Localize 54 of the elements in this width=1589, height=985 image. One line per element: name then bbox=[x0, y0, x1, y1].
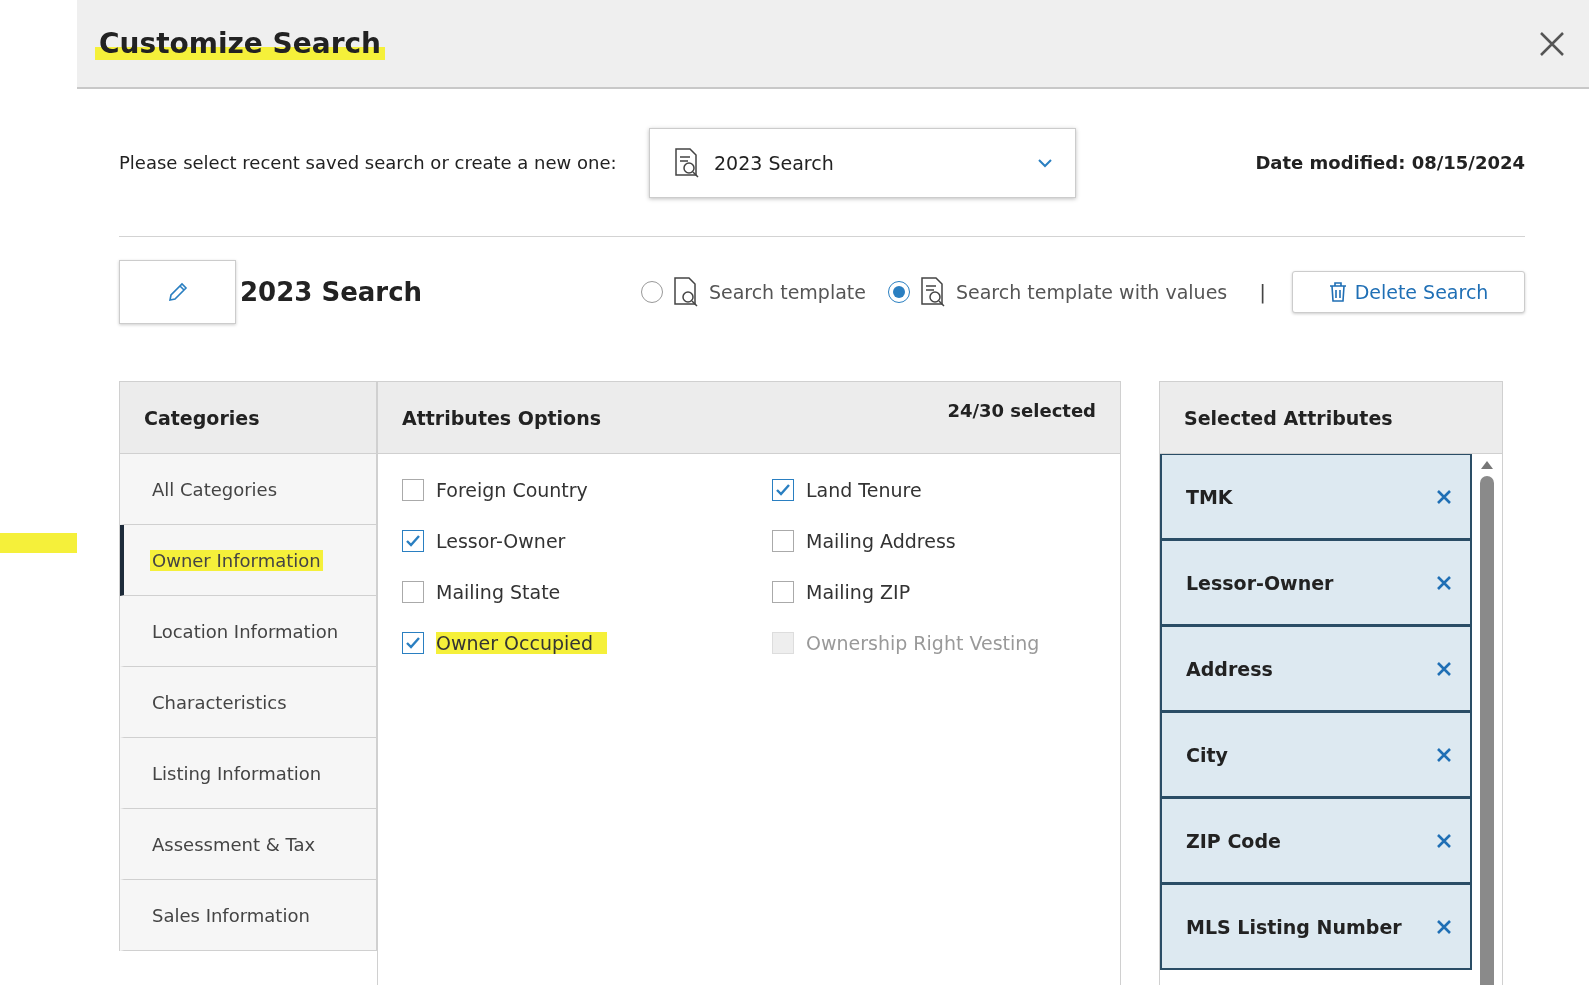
checkbox[interactable] bbox=[402, 631, 424, 654]
attribute-option[interactable]: Mailing State bbox=[402, 566, 772, 617]
close-icon bbox=[1436, 660, 1452, 677]
checkmark-icon bbox=[775, 482, 791, 497]
selected-attribute-chip: Lessor-Owner bbox=[1160, 540, 1472, 626]
checkbox[interactable] bbox=[402, 580, 424, 603]
saved-search-dropdown[interactable]: 2023 Search bbox=[649, 127, 1076, 198]
checkbox[interactable] bbox=[772, 478, 794, 501]
attribute-option[interactable]: Foreign Country bbox=[402, 464, 772, 515]
category-item[interactable]: All Categories bbox=[120, 454, 376, 525]
close-icon bbox=[1436, 574, 1452, 591]
close-icon bbox=[1436, 832, 1452, 849]
close-icon bbox=[1436, 746, 1452, 763]
close-icon bbox=[1436, 918, 1452, 935]
checkbox[interactable] bbox=[402, 478, 424, 501]
template-radio[interactable]: Search template with values bbox=[887, 276, 1228, 308]
checkmark-icon bbox=[405, 635, 421, 650]
scrollbar-thumb[interactable] bbox=[1480, 476, 1494, 985]
chevron-down-icon bbox=[1037, 157, 1053, 168]
search-name: 2023 Search bbox=[240, 277, 423, 307]
checkmark-icon bbox=[405, 533, 421, 548]
attribute-option[interactable]: Land Tenure bbox=[772, 464, 1096, 515]
column-header: Attributes Options bbox=[402, 406, 601, 429]
checkbox[interactable] bbox=[402, 529, 424, 552]
delete-search-button[interactable]: Delete Search bbox=[1292, 271, 1525, 313]
selected-attribute-chip: TMK bbox=[1160, 454, 1472, 540]
category-item[interactable]: Location Information bbox=[120, 596, 376, 667]
column-header: Selected Attributes bbox=[1160, 382, 1502, 454]
selected-attribute-chip: City bbox=[1160, 712, 1472, 798]
date-modified: Date modified: 08/15/2024 bbox=[1255, 152, 1525, 173]
category-item[interactable]: Owner Information bbox=[120, 525, 376, 596]
category-item[interactable]: Assessment & Tax bbox=[120, 809, 376, 880]
scroll-up-icon[interactable] bbox=[1480, 460, 1494, 470]
checkbox[interactable] bbox=[772, 529, 794, 552]
selected-count: 24/30 selected bbox=[947, 400, 1096, 421]
column-header: Categories bbox=[120, 382, 376, 454]
category-item[interactable]: Listing Information bbox=[120, 738, 376, 809]
category-item[interactable]: Characteristics bbox=[120, 667, 376, 738]
selected-attribute-chip: ZIP Code bbox=[1160, 798, 1472, 884]
selected-attribute-chip: MLS Listing Number bbox=[1160, 884, 1472, 970]
close-icon bbox=[1436, 488, 1452, 505]
category-item[interactable]: Sales Information bbox=[120, 880, 376, 951]
checkbox[interactable] bbox=[772, 580, 794, 603]
attribute-option[interactable]: Owner Occupied bbox=[402, 617, 772, 668]
attribute-option[interactable]: Mailing Address bbox=[772, 515, 1096, 566]
attribute-option[interactable]: Lessor-Owner bbox=[402, 515, 772, 566]
separator-text: | bbox=[1259, 280, 1266, 304]
template-radio[interactable]: Search template bbox=[640, 276, 866, 308]
saved-search-label: Please select recent saved search or create a new one: bbox=[119, 152, 618, 173]
selected-attribute-chip: Address bbox=[1160, 626, 1472, 712]
pencil-icon bbox=[166, 281, 189, 303]
attribute-option[interactable]: Mailing ZIP bbox=[772, 566, 1096, 617]
close-icon bbox=[1539, 30, 1565, 57]
trash-icon bbox=[1328, 282, 1347, 302]
